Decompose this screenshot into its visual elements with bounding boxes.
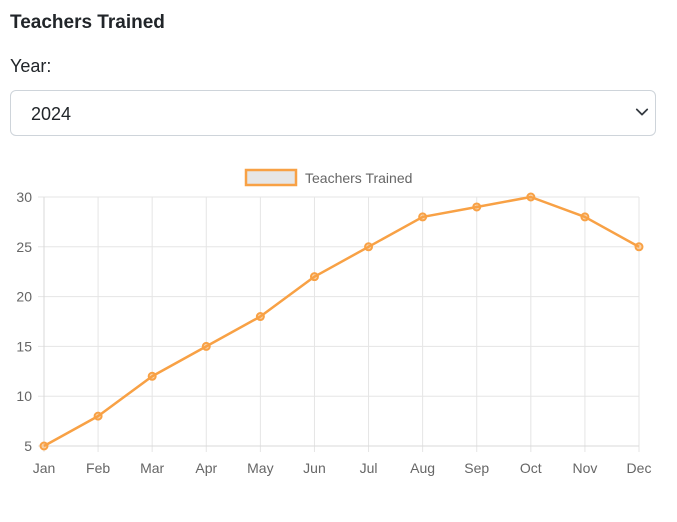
data-point bbox=[309, 272, 319, 282]
data-point bbox=[147, 371, 157, 381]
y-tick-label: 30 bbox=[16, 189, 32, 205]
y-tick-label: 5 bbox=[24, 438, 32, 454]
year-select[interactable]: 2024 bbox=[10, 90, 656, 136]
legend-swatch bbox=[244, 168, 298, 187]
x-tick-label: Nov bbox=[572, 460, 597, 476]
page-title: Teachers Trained bbox=[10, 12, 165, 33]
data-point bbox=[580, 212, 590, 222]
year-select-value: 2024 bbox=[31, 104, 72, 124]
chart-series bbox=[39, 192, 644, 451]
chart-grid bbox=[38, 196, 640, 452]
x-tick-label: Dec bbox=[627, 460, 652, 476]
chart-axes: 5 10 15 20 25 30 Jan Feb Mar Apr May Jun Jul Aug Sep Oc… bbox=[16, 189, 651, 476]
x-tick-label: Jul bbox=[360, 460, 378, 476]
x-tick-label: Jun bbox=[303, 460, 326, 476]
data-point bbox=[526, 192, 536, 202]
x-tick-label: Oct bbox=[520, 460, 542, 476]
chart-legend[interactable]: Teachers Trained bbox=[244, 168, 412, 187]
x-tick-label: Jan bbox=[33, 460, 56, 476]
data-point bbox=[418, 212, 428, 222]
chevron-down-icon bbox=[635, 108, 649, 116]
legend-label: Teachers Trained bbox=[305, 170, 412, 186]
x-tick-label: Aug bbox=[410, 460, 435, 476]
y-tick-label: 10 bbox=[16, 388, 32, 404]
data-point bbox=[634, 242, 644, 252]
data-point bbox=[93, 411, 103, 421]
y-tick-label: 20 bbox=[16, 289, 32, 305]
x-tick-label: Feb bbox=[86, 460, 110, 476]
year-label: Year: bbox=[10, 56, 52, 76]
data-point bbox=[39, 441, 49, 451]
y-tick-label: 25 bbox=[16, 239, 32, 255]
data-point bbox=[364, 242, 374, 252]
x-tick-label: Sep bbox=[464, 460, 489, 476]
y-tick-label: 15 bbox=[16, 338, 32, 354]
line-chart: 5 10 15 20 25 30 Jan Feb Mar Apr May Jun Jul Aug Sep Oc… bbox=[16, 168, 651, 476]
series-line bbox=[43, 195, 640, 448]
x-tick-label: May bbox=[247, 460, 273, 476]
data-point bbox=[201, 341, 211, 351]
x-tick-label: Mar bbox=[140, 460, 164, 476]
data-point bbox=[255, 312, 265, 322]
data-point bbox=[472, 202, 482, 212]
x-tick-label: Apr bbox=[195, 460, 217, 476]
